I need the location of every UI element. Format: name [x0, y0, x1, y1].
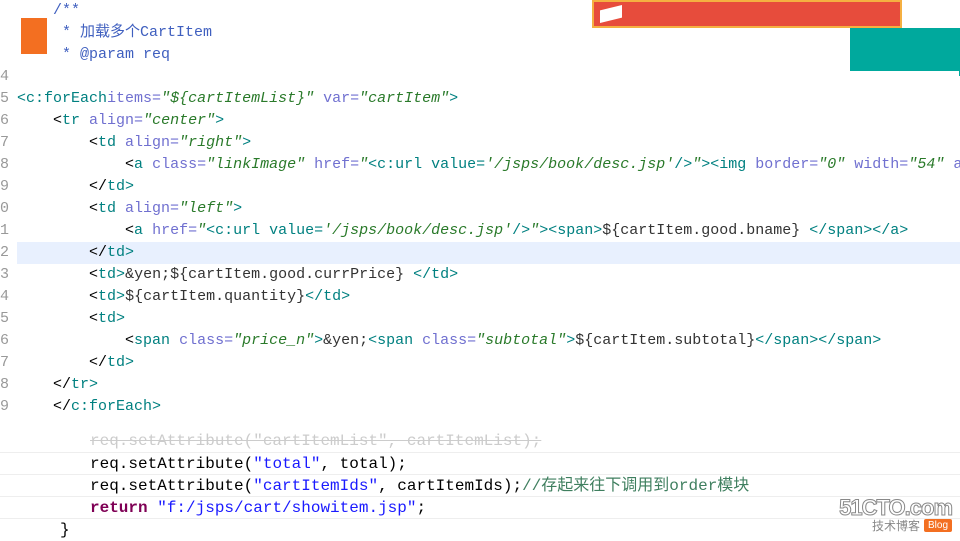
gutter-line: 7 [0, 132, 9, 154]
code-area[interactable]: /** * 加载多个CartItem * @param req <c:forEa… [17, 0, 960, 440]
orange-decoration [21, 18, 47, 54]
code-line: req.setAttribute("cartItemList", cartIte… [0, 430, 960, 452]
gutter-line: 2 [0, 242, 9, 264]
gutter-line [0, 0, 9, 22]
code-line-active: </td> [17, 242, 960, 264]
code-line: <tr align="center"> [17, 110, 960, 132]
gutter-line: 3 [0, 264, 9, 286]
watermark-badge: Blog [924, 519, 952, 532]
secondary-code: req.setAttribute("cartItemList", cartIte… [0, 430, 960, 540]
code-line: <td> [17, 308, 960, 330]
top-banner [592, 0, 902, 28]
code-line: </td> [17, 352, 960, 374]
watermark-sub: 技术博客 [872, 517, 920, 534]
code-line: <c:forEachitems="${cartItemList}" var="c… [17, 88, 960, 110]
teal-decoration [850, 28, 960, 76]
code-line: </c:forEach> [17, 396, 960, 418]
code-editor[interactable]: 4 5 6 7 8 9 0 1 2 3 4 5 6 7 8 9 /** * 加载… [0, 0, 960, 440]
code-line: <a class="linkImage" href="<c:url value=… [17, 154, 960, 176]
gutter-line: 8 [0, 374, 9, 396]
gutter-line: 5 [0, 308, 9, 330]
gutter-line [0, 44, 9, 66]
code-line: <td align="left"> [17, 198, 960, 220]
code-line: req.setAttribute("total", total); [0, 452, 960, 474]
gutter-line: 6 [0, 110, 9, 132]
code-line: </tr> [17, 374, 960, 396]
gutter-line: 0 [0, 198, 9, 220]
cover-strip [49, 71, 959, 81]
code-line: <td align="right"> [17, 132, 960, 154]
banner-icon [600, 5, 622, 23]
gutter-line: 4 [0, 66, 9, 88]
gutter-line: 8 [0, 154, 9, 176]
watermark: 51CTO.com 技术博客Blog [839, 495, 952, 534]
code-line: </td> [17, 176, 960, 198]
gutter-line: 4 [0, 286, 9, 308]
line-gutter: 4 5 6 7 8 9 0 1 2 3 4 5 6 7 8 9 [0, 0, 17, 440]
gutter-line: 1 [0, 220, 9, 242]
gutter-line [0, 22, 9, 44]
gutter-line: 9 [0, 396, 9, 418]
gutter-line: 9 [0, 176, 9, 198]
code-line: * @param req [17, 44, 960, 66]
code-line: <td>${cartItem.quantity}</td> [17, 286, 960, 308]
gutter-line: 7 [0, 352, 9, 374]
gutter-line: 5 [0, 88, 9, 110]
code-line: } [0, 518, 960, 540]
code-line: <td>&yen;${cartItem.good.currPrice} </td… [17, 264, 960, 286]
code-line: return "f:/jsps/cart/showitem.jsp"; [0, 496, 960, 518]
gutter-line: 6 [0, 330, 9, 352]
code-line: <a href="<c:url value='/jsps/book/desc.j… [17, 220, 960, 242]
code-line: req.setAttribute("cartItemIds", cartItem… [0, 474, 960, 496]
code-line: <span class="price_n">&yen;<span class="… [17, 330, 960, 352]
